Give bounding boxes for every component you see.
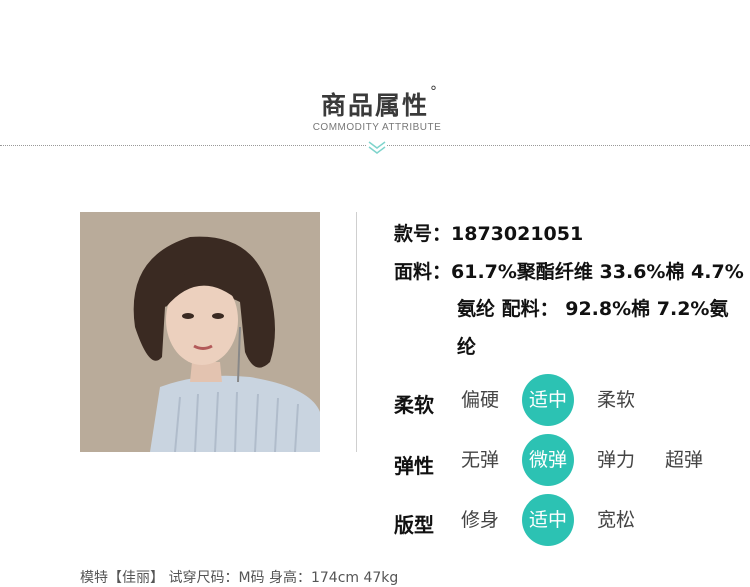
- softness-label: 柔软: [394, 393, 434, 417]
- chevron-down-icon: [367, 139, 387, 155]
- fit-option-loose: 宽松: [596, 509, 635, 531]
- softness-option-hard: 偏硬: [460, 389, 499, 411]
- model-size-note: 模特【佳丽】 试穿尺码：M码 身高：174cm 47kg: [80, 570, 399, 586]
- fabric-line-1: 面料：61.7%聚酯纤维 33.6%棉 4.7%: [394, 261, 744, 283]
- elasticity-option-none: 无弹: [460, 449, 499, 471]
- elasticity-label: 弹性: [394, 454, 434, 478]
- fit-option-regular: 适中: [522, 494, 574, 546]
- title-degree-mark: °: [430, 84, 439, 100]
- fabric-line-2: 氨纶 配料： 92.8%棉 7.2%氨: [457, 298, 729, 320]
- section-title: 商品属性°: [0, 84, 750, 122]
- fit-label: 版型: [394, 513, 434, 537]
- style-number: 款号：1873021051: [394, 223, 584, 245]
- elasticity-option-slight: 微弹: [522, 434, 574, 486]
- fit-option-slim: 修身: [460, 509, 499, 531]
- elasticity-option-super: 超弹: [664, 449, 703, 471]
- product-model-photo: [80, 212, 320, 452]
- softness-option-medium: 适中: [522, 374, 574, 426]
- softness-option-soft: 柔软: [596, 389, 635, 411]
- vertical-divider: [356, 212, 357, 452]
- section-title-text: 商品属性: [320, 91, 429, 120]
- section-subtitle: COMMODITY ATTRIBUTE: [312, 122, 442, 133]
- elasticity-option-stretch: 弹力: [596, 449, 635, 471]
- fabric-line-3: 纶: [457, 336, 477, 358]
